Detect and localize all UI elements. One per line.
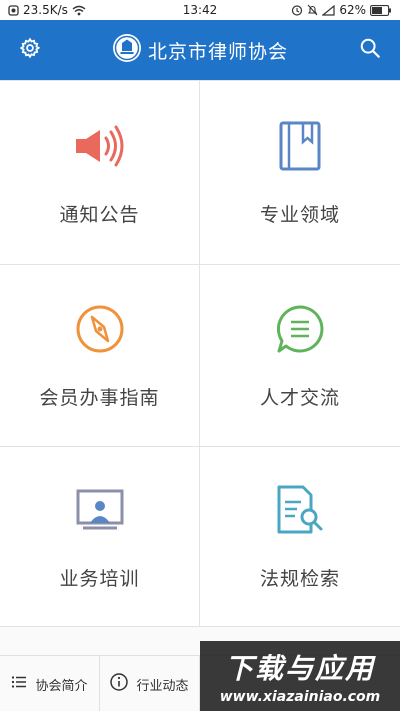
tile-member-guide[interactable]: 会员办事指南 — [0, 265, 200, 447]
brand: 北京市律师协会 — [112, 33, 288, 67]
compass-icon — [72, 301, 128, 357]
chat-bubble-icon — [272, 301, 328, 357]
nav-item-label: 协会简介 — [35, 678, 88, 694]
watermark-title: 下载与应用 — [224, 652, 375, 685]
status-bar: 23.5K/s 13:42 62% — [0, 0, 400, 20]
watermark-url: www.xiazainiao.com — [219, 689, 381, 705]
notification-icon — [8, 4, 19, 16]
search-icon — [359, 37, 381, 63]
presentation-icon — [72, 482, 128, 538]
tile-label: 法规检索 — [259, 568, 340, 590]
network-speed: 23.5K/s — [23, 3, 68, 17]
nav-item-industry-news[interactable]: 行业动态 — [100, 656, 200, 711]
list-icon — [11, 675, 27, 693]
app-header: 北京市律师协会 — [0, 20, 400, 80]
tile-training[interactable]: 业务培训 — [0, 447, 200, 627]
tile-label: 人才交流 — [259, 387, 340, 409]
watermark: 下载与应用 www.xiazainiao.com — [200, 641, 400, 711]
nav-item-about[interactable]: 协会简介 — [0, 656, 100, 711]
status-left: 23.5K/s — [8, 3, 86, 17]
wifi-icon — [72, 5, 86, 16]
settings-button[interactable] — [0, 20, 60, 80]
nav-item-label: 行业动态 — [136, 678, 189, 694]
app-title: 北京市律师协会 — [147, 40, 288, 63]
tile-notices[interactable]: 通知公告 — [0, 81, 200, 265]
search-button[interactable] — [340, 20, 400, 80]
tile-label: 业务培训 — [59, 568, 140, 590]
tile-talent-exchange[interactable]: 人才交流 — [200, 265, 400, 447]
book-icon — [272, 118, 328, 174]
tile-label: 会员办事指南 — [39, 387, 160, 409]
mute-icon — [307, 4, 318, 16]
tile-label: 专业领域 — [259, 204, 340, 226]
tile-label: 通知公告 — [59, 204, 140, 226]
gear-icon — [19, 37, 41, 63]
battery-percent: 62% — [339, 3, 366, 17]
signal-icon — [322, 4, 335, 16]
feature-grid: 通知公告 专业领域 会员办事指南 人才交流 业务培训 法规检索 — [0, 80, 400, 627]
battery-icon — [370, 4, 392, 16]
status-right: 62% — [291, 3, 392, 17]
tile-practice-areas[interactable]: 专业领域 — [200, 81, 400, 265]
alarm-icon — [291, 4, 303, 16]
info-icon — [110, 673, 129, 695]
document-search-icon — [272, 482, 328, 538]
megaphone-icon — [72, 118, 128, 174]
tile-regulation-search[interactable]: 法规检索 — [200, 447, 400, 627]
association-emblem-icon — [112, 33, 142, 67]
